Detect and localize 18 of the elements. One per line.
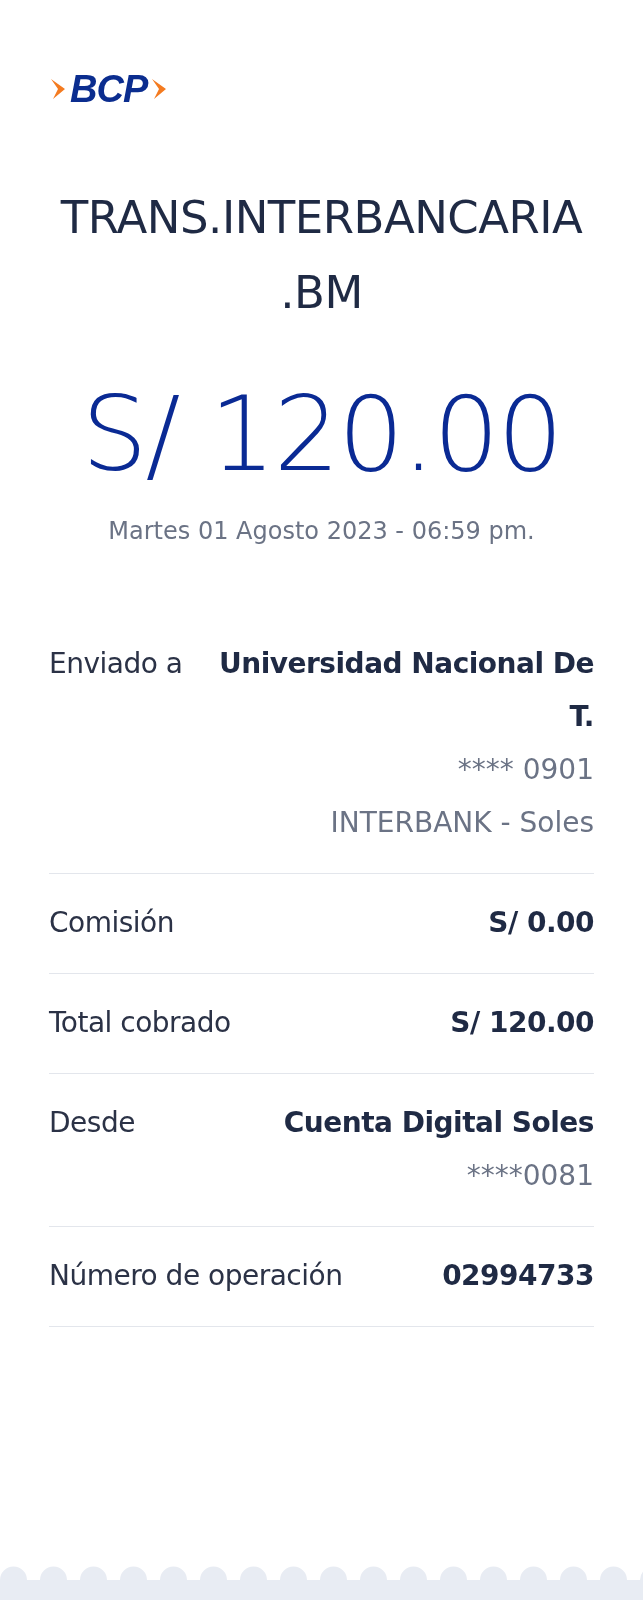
detail-value: S/ 120.00 bbox=[450, 1004, 594, 1041]
detail-subtext: INTERBANK - Soles bbox=[330, 804, 594, 841]
detail-label: Número de operación bbox=[49, 1257, 343, 1294]
detail-label: Desde bbox=[49, 1104, 135, 1141]
detail-value: Universidad Nacional De T. bbox=[218, 645, 594, 735]
logo: BCP bbox=[70, 70, 148, 108]
detail-label: Comisión bbox=[49, 904, 174, 941]
detail-subtext: ****0081 bbox=[466, 1157, 594, 1194]
detail-subtext: **** 0901 bbox=[457, 751, 594, 788]
amount: S/ 120.00 bbox=[80, 372, 563, 497]
detail-label: Enviado a bbox=[49, 645, 183, 682]
detail-label: Total cobrado bbox=[49, 1004, 231, 1041]
date-time: Martes 01 Agosto 2023 - 06:59 pm. bbox=[107, 515, 536, 547]
chevron-icon bbox=[49, 76, 67, 102]
transaction-title: TRANS.INTERBANCARIA .BM bbox=[59, 190, 584, 321]
detail-value: S/ 0.00 bbox=[488, 904, 594, 941]
detail-value: 02994733 bbox=[442, 1257, 594, 1294]
detail-value: Cuenta Digital Soles bbox=[283, 1104, 594, 1141]
